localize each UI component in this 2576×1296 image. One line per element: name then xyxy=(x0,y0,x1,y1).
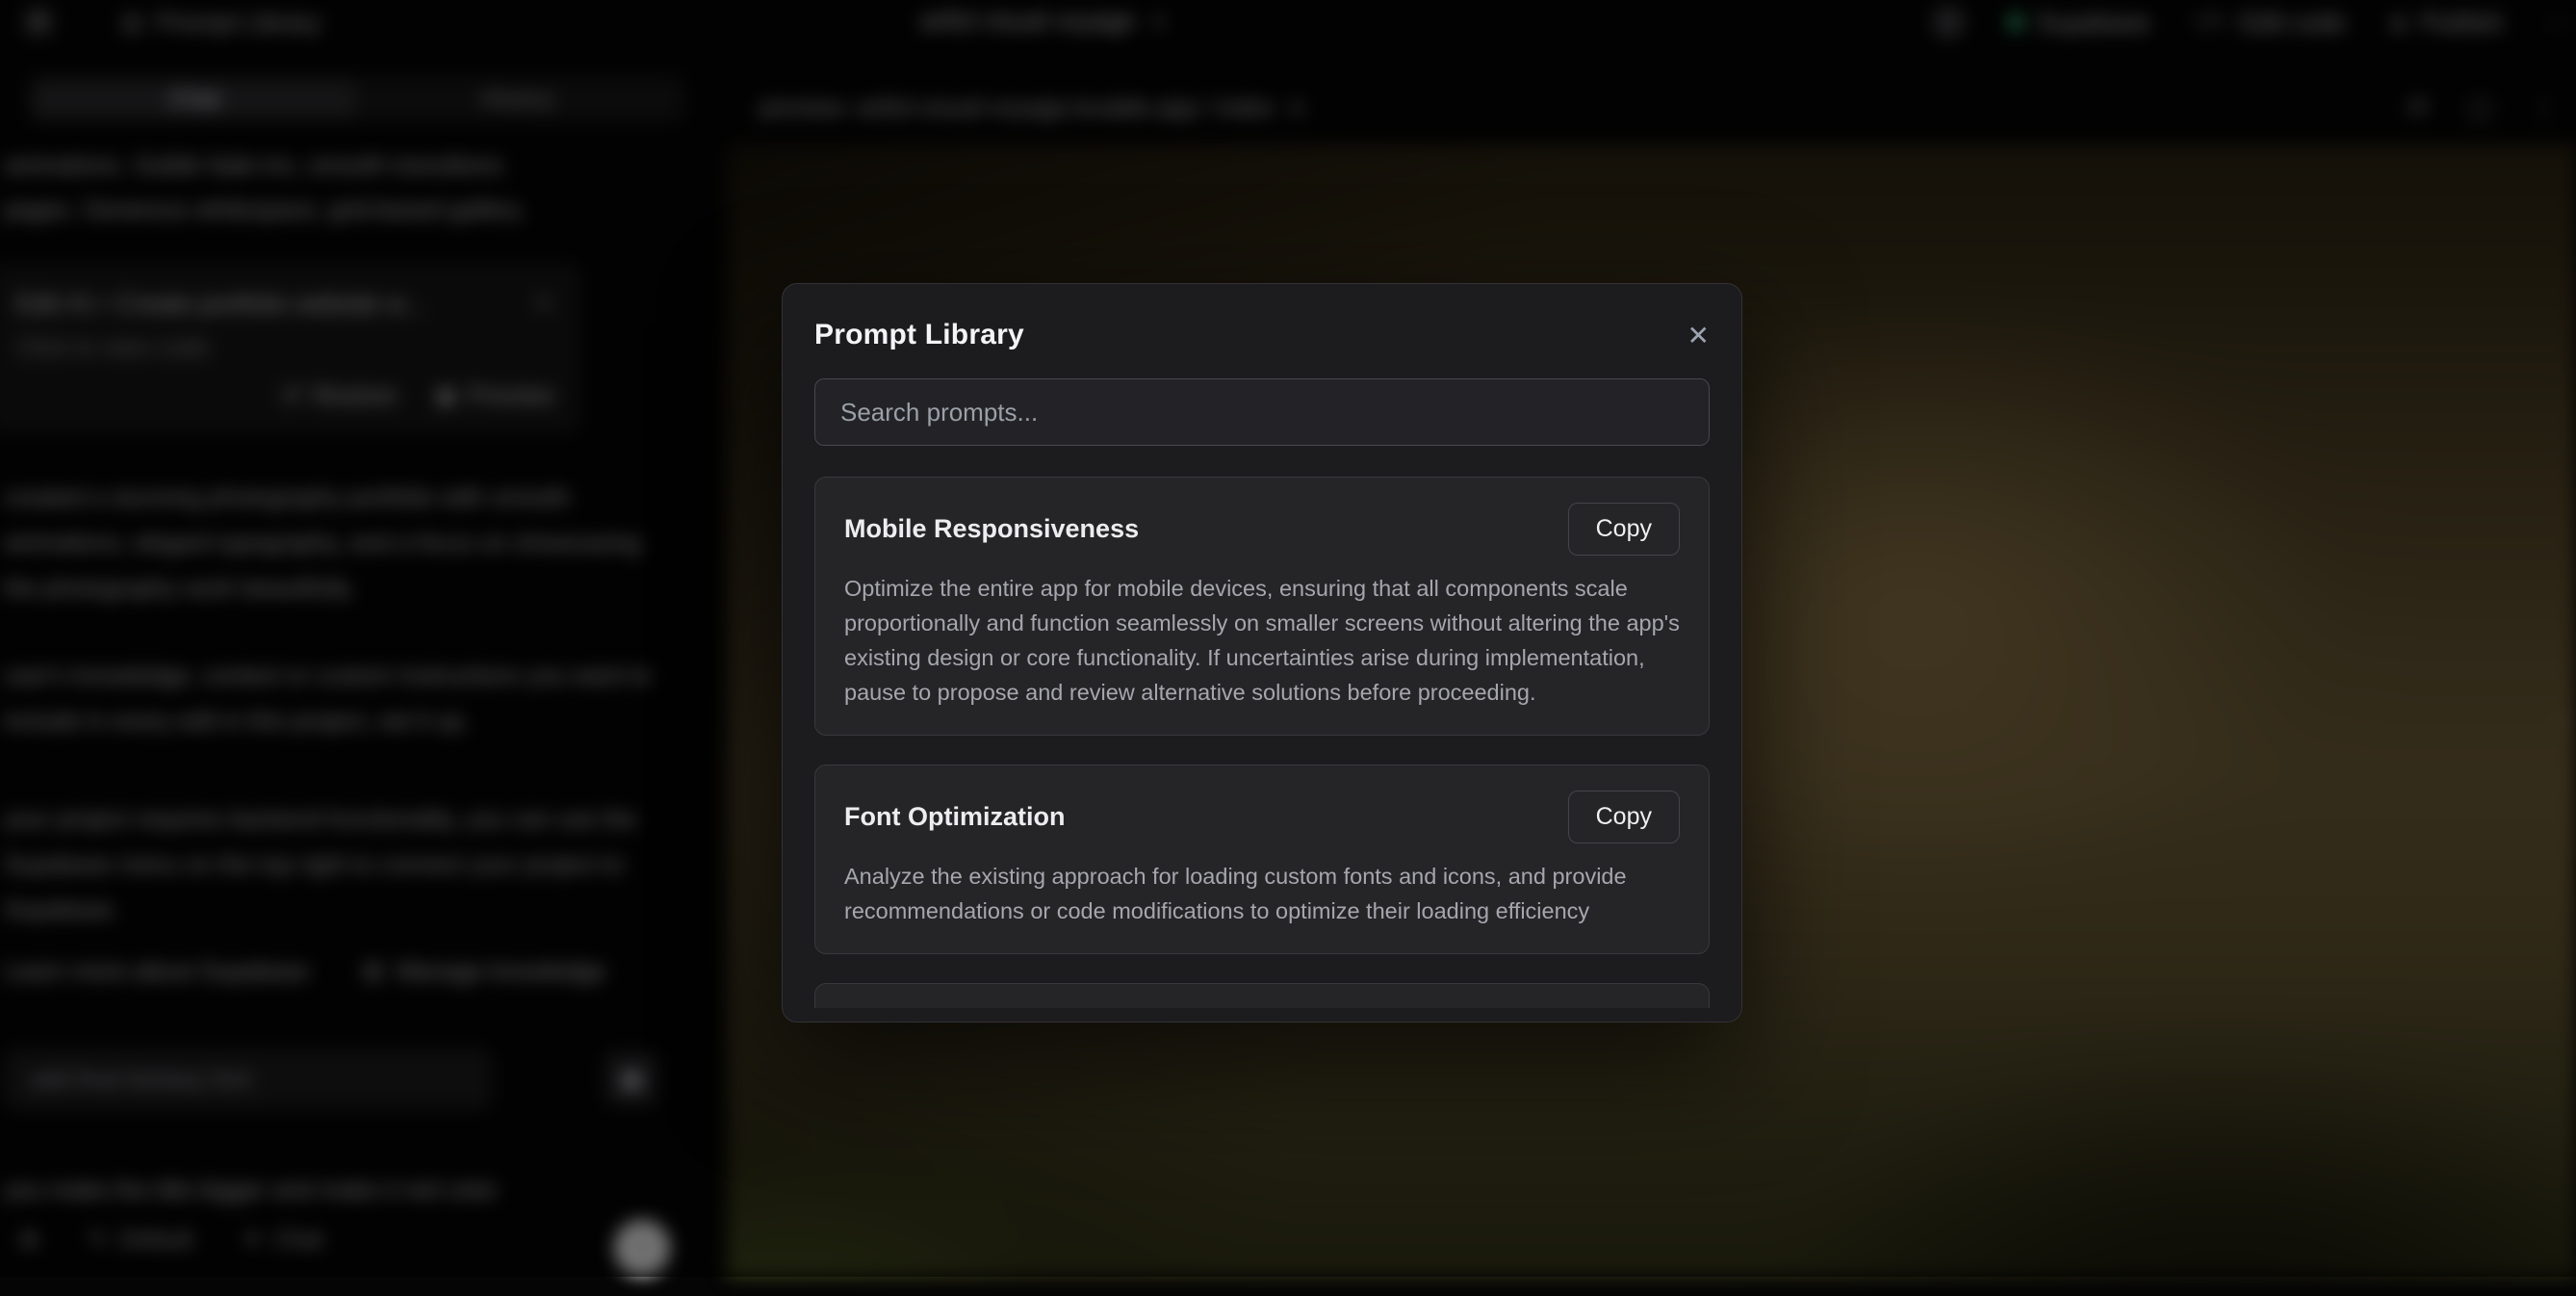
prompt-card-mobile-responsiveness: Mobile Responsiveness Copy Optimize the … xyxy=(814,477,1710,736)
copy-button[interactable]: Copy xyxy=(1568,791,1680,843)
prompt-card-list: Mobile Responsiveness Copy Optimize the … xyxy=(814,477,1710,1008)
search-input[interactable] xyxy=(814,378,1710,446)
prompt-card-body: Analyze the existing approach for loadin… xyxy=(844,859,1713,928)
prompt-library-modal: Prompt Library ✕ Mobile Responsiveness C… xyxy=(782,283,1742,1023)
prompt-card-body: Optimize the entire app for mobile devic… xyxy=(844,571,1713,710)
prompt-card-title: Mobile Responsiveness xyxy=(844,514,1139,544)
close-icon[interactable]: ✕ xyxy=(1687,320,1710,351)
prompt-card-clipped xyxy=(814,983,1710,1008)
prompt-card-title: Font Optimization xyxy=(844,802,1065,832)
copy-button[interactable]: Copy xyxy=(1568,503,1680,556)
modal-title: Prompt Library xyxy=(814,319,1024,351)
prompt-card-font-optimization: Font Optimization Copy Analyze the exist… xyxy=(814,765,1710,954)
